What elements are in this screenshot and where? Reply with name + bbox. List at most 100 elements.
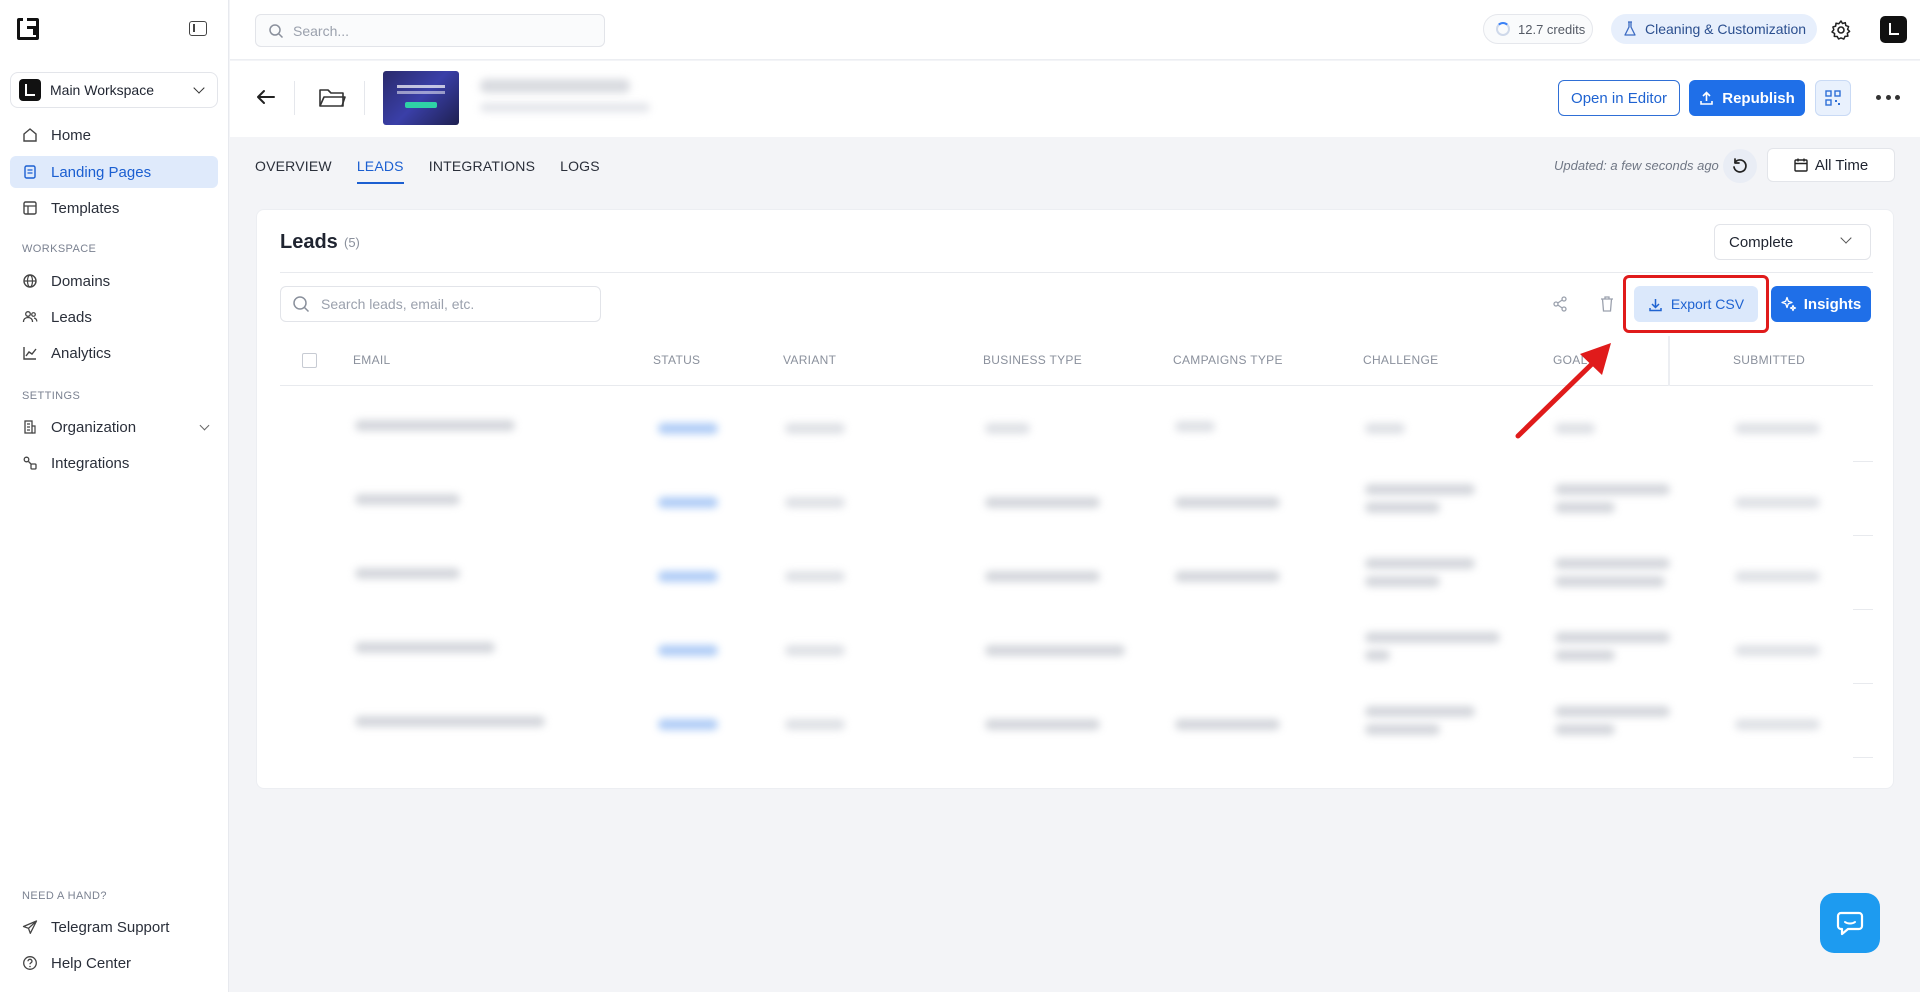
share-icon[interactable] xyxy=(1552,296,1568,316)
select-all-checkbox[interactable] xyxy=(302,353,317,368)
template-icon xyxy=(22,200,38,216)
insights-button[interactable]: Insights xyxy=(1771,286,1871,322)
leads-search-input[interactable]: Search leads, email, etc. xyxy=(280,286,601,322)
users-icon xyxy=(22,309,38,325)
chevron-down-icon xyxy=(199,420,210,430)
column-header-submitted[interactable]: SUBMITTED xyxy=(1733,353,1805,367)
back-arrow-icon[interactable] xyxy=(254,85,278,109)
global-search[interactable]: Search... xyxy=(255,14,605,47)
table-row[interactable] xyxy=(280,684,1873,758)
workspace-selector[interactable]: Main Workspace xyxy=(10,72,218,108)
tab-integrations[interactable]: INTEGRATIONS xyxy=(429,158,535,184)
qr-code-button[interactable] xyxy=(1815,80,1851,116)
divider xyxy=(364,81,365,115)
sidebar-item-domains[interactable]: Domains xyxy=(10,265,218,297)
sidebar-item-label: Domains xyxy=(51,272,111,290)
tab-overview[interactable]: OVERVIEW xyxy=(255,158,332,184)
sidebar-item-label: Landing Pages xyxy=(51,163,152,181)
calendar-icon xyxy=(1794,158,1808,172)
divider xyxy=(294,81,295,115)
table-row[interactable] xyxy=(280,610,1873,684)
updated-status: Updated: a few seconds ago xyxy=(1554,158,1719,173)
page-tabs: OVERVIEW LEADS INTEGRATIONS LOGS xyxy=(255,158,625,184)
category-tag[interactable]: Cleaning & Customization xyxy=(1611,14,1817,44)
upload-icon xyxy=(1700,90,1714,105)
sidebar-item-integrations[interactable]: Integrations xyxy=(10,447,218,479)
status-filter-value: Complete xyxy=(1729,233,1794,251)
sidebar-item-label: Help Center xyxy=(51,954,132,972)
column-header-challenge[interactable]: CHALLENGE xyxy=(1363,353,1438,367)
app-logo[interactable] xyxy=(17,18,39,40)
sidebar-item-label: Home xyxy=(51,126,92,144)
tab-leads[interactable]: LEADS xyxy=(356,158,404,184)
sidebar-item-organization[interactable]: Organization xyxy=(10,411,218,443)
sparkle-icon xyxy=(1781,296,1796,312)
help-icon xyxy=(22,955,38,971)
sidebar-item-templates[interactable]: Templates xyxy=(10,192,218,224)
divider xyxy=(280,272,1873,273)
republish-button[interactable]: Republish xyxy=(1689,80,1805,116)
search-placeholder: Search... xyxy=(293,22,350,39)
sidebar-item-help-center[interactable]: Help Center xyxy=(10,947,218,979)
credits-label: 12.7 credits xyxy=(1518,21,1586,37)
sidebar-item-label: Organization xyxy=(51,418,137,436)
sidebar-item-leads[interactable]: Leads xyxy=(10,301,218,333)
user-avatar[interactable] xyxy=(1880,16,1907,43)
status-filter-dropdown[interactable]: Complete xyxy=(1714,224,1871,260)
sidebar-item-label: Telegram Support xyxy=(51,918,170,936)
leads-card: Leads (5) Complete Search leads, email, … xyxy=(256,209,1894,789)
building-icon xyxy=(22,419,38,435)
chart-icon xyxy=(22,345,38,361)
table-row[interactable] xyxy=(280,536,1873,610)
chat-bubble-icon xyxy=(1836,911,1864,936)
more-options-icon[interactable] xyxy=(1876,87,1900,107)
refresh-button[interactable] xyxy=(1723,149,1757,183)
column-header-status[interactable]: STATUS xyxy=(653,353,700,367)
column-header-business-type[interactable]: BUSINESS TYPE xyxy=(983,353,1082,367)
insights-label: Insights xyxy=(1803,295,1862,313)
sidebar-item-analytics[interactable]: Analytics xyxy=(10,337,218,369)
column-header-campaigns-type[interactable]: CAMPAIGNS TYPE xyxy=(1173,353,1283,367)
leads-search-placeholder: Search leads, email, etc. xyxy=(321,296,475,312)
globe-icon xyxy=(22,273,38,289)
settings-section-title: SETTINGS xyxy=(22,390,81,402)
open-in-editor-button[interactable]: Open in Editor xyxy=(1558,80,1680,116)
republish-label: Republish xyxy=(1722,89,1795,107)
credits-badge[interactable]: 12.7 credits xyxy=(1483,14,1593,44)
workspace-label: Main Workspace xyxy=(50,82,155,98)
chat-support-button[interactable] xyxy=(1820,893,1880,953)
trash-icon[interactable] xyxy=(1599,295,1615,317)
table-row[interactable] xyxy=(280,388,1873,462)
sidebar-item-label: Integrations xyxy=(51,454,130,472)
home-icon xyxy=(22,127,38,143)
chevron-down-icon xyxy=(193,82,205,94)
page-title-redacted xyxy=(480,79,630,93)
qr-code-icon xyxy=(1825,90,1841,106)
gear-icon[interactable] xyxy=(1830,19,1852,41)
folder-icon[interactable] xyxy=(318,85,346,109)
sidebar-toggle-icon[interactable] xyxy=(189,21,207,36)
date-range-button[interactable]: All Time xyxy=(1767,148,1895,182)
column-header-variant[interactable]: VARIANT xyxy=(783,353,836,367)
chevron-down-icon xyxy=(1840,232,1852,244)
sidebar-item-label: Leads xyxy=(51,308,92,326)
highlight-box xyxy=(1623,275,1769,333)
sidebar-item-landing-pages[interactable]: Landing Pages xyxy=(10,156,218,188)
integrations-icon xyxy=(22,455,38,471)
column-header-email[interactable]: EMAIL xyxy=(353,353,391,367)
leads-count: (5) xyxy=(344,235,360,250)
workspace-logo xyxy=(19,79,41,101)
sidebar: Main Workspace Home Landing Pages Templa… xyxy=(0,0,229,992)
sidebar-item-label: Templates xyxy=(51,199,120,217)
annotation-arrow-icon xyxy=(1515,343,1611,439)
page-url-redacted xyxy=(480,103,650,112)
page-header: Open in Editor Republish xyxy=(230,61,1920,137)
sidebar-item-telegram-support[interactable]: Telegram Support xyxy=(10,911,218,943)
page-thumbnail[interactable] xyxy=(383,71,459,125)
document-icon xyxy=(22,164,38,180)
column-resize-handle[interactable] xyxy=(1668,336,1670,386)
search-icon xyxy=(293,296,310,313)
table-row[interactable] xyxy=(280,462,1873,536)
sidebar-item-home[interactable]: Home xyxy=(10,119,218,151)
tab-logs[interactable]: LOGS xyxy=(560,158,600,184)
